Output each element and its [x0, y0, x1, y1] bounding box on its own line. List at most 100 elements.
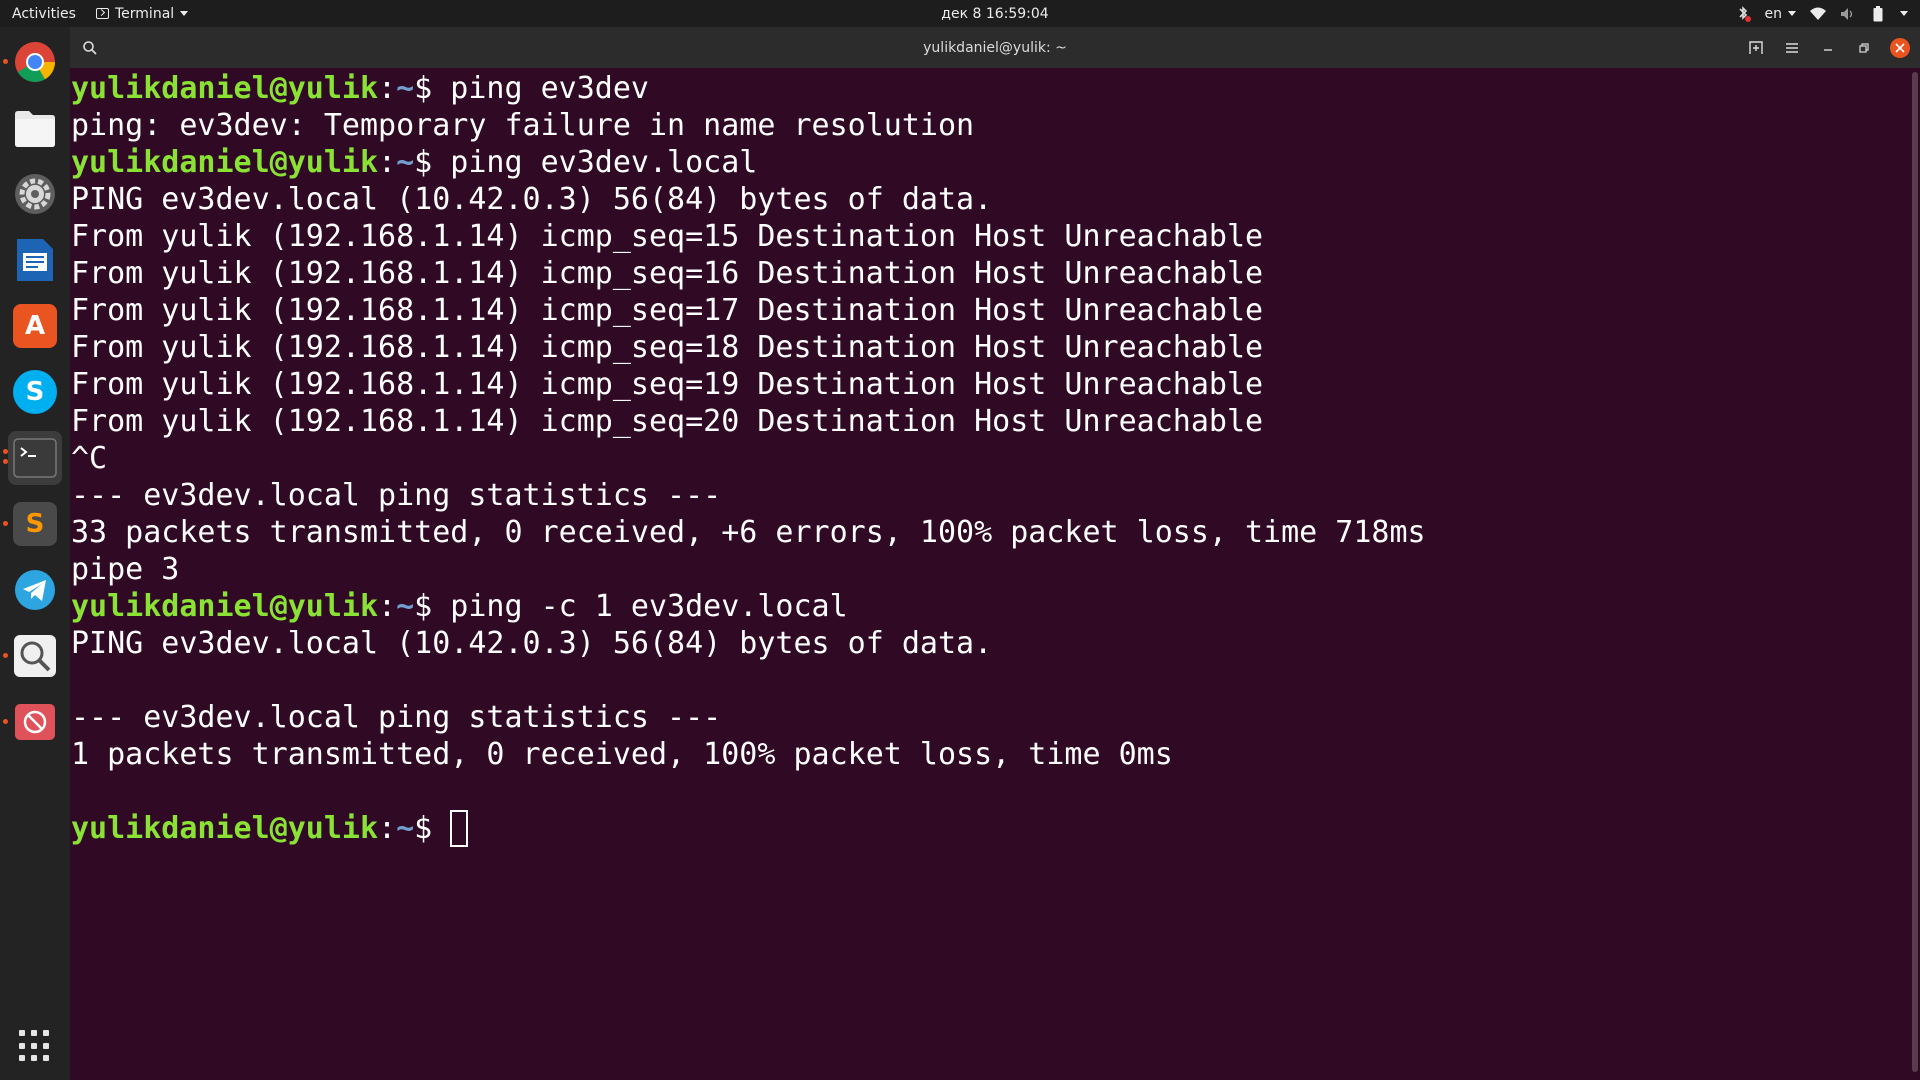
prompt-separator: :: [378, 589, 397, 624]
prompt-symbol: $: [414, 71, 451, 106]
prompt-path: ~: [396, 589, 415, 624]
command-text: ping -c 1 ev3dev.local: [450, 589, 848, 624]
telegram-icon: [15, 570, 55, 610]
dock-item-skype[interactable]: S: [8, 365, 62, 419]
running-indicator: [3, 59, 8, 64]
app-menu[interactable]: Terminal: [96, 5, 189, 22]
document-icon: [17, 239, 53, 281]
volume-icon[interactable]: [1840, 6, 1856, 22]
folder-icon: [15, 111, 55, 147]
prompt-user: yulikdaniel@yulik: [71, 589, 379, 624]
bluetooth-icon[interactable]: [1735, 5, 1751, 22]
terminal-icon: [13, 438, 57, 478]
new-tab-button[interactable]: [1746, 38, 1766, 58]
terminal-window: yulikdaniel@yulik: ~ yulikdaniel@yulik:~…: [70, 27, 1920, 1080]
prompt-symbol: $: [414, 589, 451, 624]
prompt-separator: :: [378, 811, 397, 846]
running-indicator: [3, 719, 8, 724]
language-indicator[interactable]: en: [1764, 5, 1796, 22]
dock-item-blocked[interactable]: [3, 695, 62, 749]
chevron-down-icon: [1788, 11, 1796, 16]
dock-item-files[interactable]: [8, 101, 62, 155]
running-indicator: [3, 449, 8, 454]
dock-item-writer[interactable]: [8, 233, 62, 287]
activities-button[interactable]: Activities: [0, 6, 90, 22]
minimize-button[interactable]: [1818, 38, 1838, 58]
output-line: 1 packets transmitted, 0 received, 100% …: [71, 737, 1173, 772]
prompt-symbol: $: [414, 145, 451, 180]
close-button[interactable]: [1890, 37, 1910, 58]
minimize-icon: [1824, 48, 1832, 51]
gear-icon: [15, 174, 55, 214]
dock-item-sublime[interactable]: S: [3, 497, 62, 551]
title-bar[interactable]: yulikdaniel@yulik: ~: [70, 27, 1920, 68]
prompt-user: yulikdaniel@yulik: [71, 811, 379, 846]
prompt-separator: :: [378, 71, 397, 106]
system-menu-chevron-icon[interactable]: [1900, 11, 1908, 16]
window-title: yulikdaniel@yulik: ~: [923, 39, 1067, 56]
prompt-path: ~: [396, 71, 415, 106]
prompt-line: yulikdaniel@yulik:~$ ping ev3dev: [71, 70, 1908, 107]
chrome-icon: [15, 42, 55, 82]
clock[interactable]: дек 8 16:59:04: [941, 6, 1048, 22]
output-line: From yulik (192.168.1.14) icmp_seq=16 De…: [71, 256, 1264, 291]
system-tray[interactable]: en: [1735, 0, 1908, 27]
dock-item-software[interactable]: A: [8, 299, 62, 353]
close-icon: [1895, 42, 1905, 53]
app-menu-label: Terminal: [115, 5, 175, 22]
output-line: From yulik (192.168.1.14) icmp_seq=20 De…: [71, 404, 1264, 439]
dock: A S S: [0, 27, 70, 1080]
terminal-icon: [96, 8, 109, 19]
prompt-separator: :: [378, 145, 397, 180]
prompt-user: yulikdaniel@yulik: [71, 145, 379, 180]
top-bar: Activities Terminal дек 8 16:59:04 en: [0, 0, 1920, 27]
running-indicator: [3, 459, 8, 464]
output-line: PING ev3dev.local (10.42.0.3) 56(84) byt…: [71, 626, 993, 661]
output-line: --- ev3dev.local ping statistics ---: [71, 478, 722, 513]
prompt-line: yulikdaniel@yulik:~$ ping ev3dev.local: [71, 144, 1908, 181]
dock-item-terminal[interactable]: [3, 431, 62, 485]
wifi-icon[interactable]: [1810, 6, 1826, 22]
dock-item-search[interactable]: [3, 629, 62, 683]
skype-icon: S: [13, 370, 57, 414]
show-applications-icon[interactable]: [19, 1030, 51, 1062]
text-cursor[interactable]: [450, 810, 469, 847]
output-line: ^C: [71, 441, 108, 476]
prompt-path: ~: [396, 811, 415, 846]
app-store-icon: A: [13, 304, 57, 348]
battery-icon[interactable]: [1870, 5, 1886, 22]
chevron-down-icon: [180, 11, 189, 16]
command-text: ping ev3dev.local: [450, 145, 758, 180]
hamburger-icon: [1786, 42, 1798, 53]
output-line: PING ev3dev.local (10.42.0.3) 56(84) byt…: [71, 182, 993, 217]
menu-button[interactable]: [1782, 38, 1802, 58]
running-indicator: [3, 653, 8, 658]
running-indicator: [3, 521, 8, 526]
language-label: en: [1764, 5, 1783, 22]
prompt-user: yulikdaniel@yulik: [71, 71, 379, 106]
restore-button[interactable]: [1854, 38, 1874, 58]
prompt-line: yulikdaniel@yulik:~$ ping -c 1 ev3dev.lo…: [71, 588, 1908, 625]
scrollbar[interactable]: [1912, 72, 1918, 1072]
output-line: From yulik (192.168.1.14) icmp_seq=15 De…: [71, 219, 1264, 254]
new-tab-icon: [1749, 40, 1763, 54]
restore-icon: [1859, 42, 1869, 53]
output-line: From yulik (192.168.1.14) icmp_seq=18 De…: [71, 330, 1264, 365]
prompt-symbol: $: [414, 811, 451, 846]
magnifier-icon: [14, 635, 56, 677]
dock-item-chrome[interactable]: [3, 35, 62, 89]
prompt-path: ~: [396, 145, 415, 180]
prompt-line: yulikdaniel@yulik:~$: [71, 810, 1908, 847]
output-line: ping: ev3dev: Temporary failure in name …: [71, 108, 975, 143]
output-line: --- ev3dev.local ping statistics ---: [71, 700, 722, 735]
dock-item-telegram[interactable]: [8, 563, 62, 617]
terminal-output[interactable]: yulikdaniel@yulik:~$ ping ev3dev ping: ev…: [70, 68, 1908, 1080]
dock-item-settings[interactable]: [8, 167, 62, 221]
output-line: From yulik (192.168.1.14) icmp_seq=17 De…: [71, 293, 1264, 328]
output-line: pipe 3: [71, 552, 180, 587]
sublime-icon: S: [13, 502, 57, 546]
no-entry-icon: [15, 704, 55, 740]
command-text: ping ev3dev: [450, 71, 649, 106]
